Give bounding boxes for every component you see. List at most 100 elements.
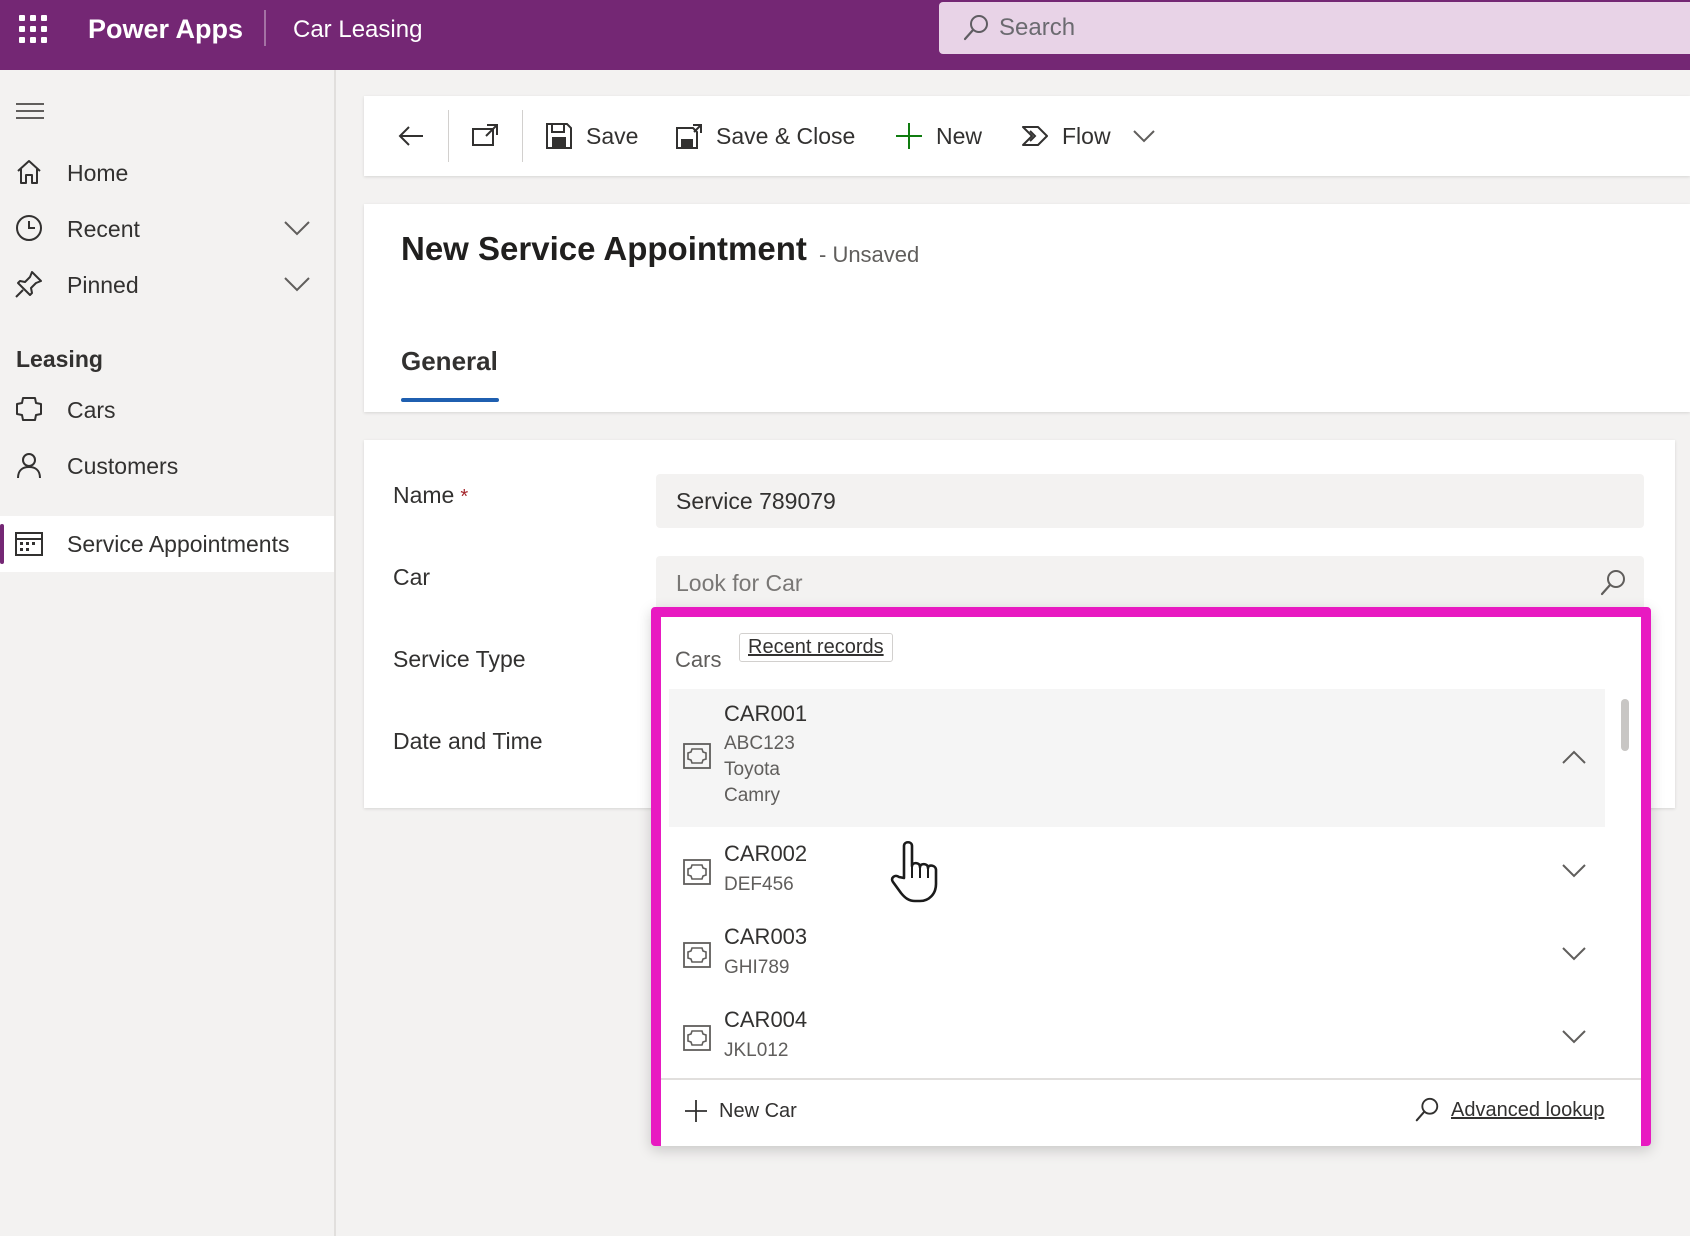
sidebar-item-home[interactable]: Home xyxy=(0,145,334,201)
topbar-divider xyxy=(264,10,266,46)
active-tab-indicator xyxy=(401,398,499,402)
new-button[interactable]: New xyxy=(894,96,982,176)
advanced-lookup-link[interactable]: Advanced lookup xyxy=(1413,1096,1604,1124)
chevron-down-icon[interactable] xyxy=(1559,858,1589,882)
chevron-down-icon[interactable] xyxy=(1559,1024,1589,1048)
plus-icon xyxy=(896,123,922,149)
car-lookup-input[interactable] xyxy=(676,566,1556,600)
car-entity-icon xyxy=(683,1025,711,1051)
sidebar-item-recent[interactable]: Recent xyxy=(0,201,334,257)
required-indicator: * xyxy=(460,486,469,508)
save-icon xyxy=(546,123,572,149)
tab-general[interactable]: General xyxy=(401,346,498,377)
name-label-text: Name xyxy=(393,482,455,508)
sidebar-section-title: Leasing xyxy=(16,346,103,372)
dropdown-scrollbar[interactable] xyxy=(1621,699,1629,751)
sidebar-item-label: Customers xyxy=(67,452,179,479)
car-detail: ABC123 xyxy=(724,733,795,754)
sidebar-item-service-appointments[interactable]: Service Appointments xyxy=(0,516,334,572)
car-id: CAR002 xyxy=(724,841,808,866)
car-detail: JKL012 xyxy=(724,1040,789,1061)
chevron-down-icon[interactable] xyxy=(1131,125,1157,147)
sidebar-item-label: Home xyxy=(67,159,129,186)
sidebar: Home Recent Pinned Leasing Cars Customer… xyxy=(0,70,336,1236)
save-status: - Unsaved xyxy=(819,242,920,267)
search-icon xyxy=(1415,1097,1439,1122)
car-id: CAR003 xyxy=(724,924,808,949)
name-field-label: Name * xyxy=(393,482,468,509)
car-entity-icon xyxy=(683,859,711,885)
save-label: Save xyxy=(586,122,639,149)
hamburger-menu-icon[interactable] xyxy=(15,96,45,126)
car-lookup-dropdown: Cars Recent records CAR001 ABC123 Toyota… xyxy=(651,607,1651,1146)
new-car-label: New Car xyxy=(719,1099,797,1122)
car-lookup-field[interactable] xyxy=(656,556,1644,610)
chevron-down-icon[interactable] xyxy=(282,271,312,297)
service-type-field-label: Service Type xyxy=(393,646,526,672)
open-in-new-window-button[interactable] xyxy=(470,96,500,176)
chevron-up-icon[interactable] xyxy=(1559,745,1589,769)
search-icon xyxy=(963,15,988,41)
save-button[interactable]: Save xyxy=(544,96,638,176)
pin-icon xyxy=(15,271,42,298)
sidebar-item-pinned[interactable]: Pinned xyxy=(0,257,334,313)
save-close-icon xyxy=(676,124,702,149)
toolbar-separator xyxy=(522,110,523,162)
home-icon xyxy=(17,160,41,184)
sidebar-item-label: Pinned xyxy=(67,271,139,298)
name-field[interactable]: Service 789079 xyxy=(656,474,1644,528)
car-entity-icon xyxy=(16,397,42,421)
app-name[interactable]: Power Apps xyxy=(88,14,243,45)
car-field-label: Car xyxy=(393,564,431,590)
lookup-entity-title: Cars xyxy=(675,647,722,672)
car-detail: Toyota xyxy=(724,759,780,780)
list-item[interactable]: CAR004 JKL012 xyxy=(669,999,1605,1079)
sidebar-item-label: Cars xyxy=(67,396,116,423)
person-icon xyxy=(17,453,41,479)
chevron-down-icon[interactable] xyxy=(282,215,312,241)
open-new-window-icon xyxy=(472,124,498,146)
flow-icon xyxy=(1022,126,1048,146)
name-field-value: Service 789079 xyxy=(676,488,836,514)
command-bar: Save Save & Close New Flow xyxy=(364,96,1690,176)
sidebar-item-cars[interactable]: Cars xyxy=(0,382,334,438)
recent-records-tab[interactable]: Recent records xyxy=(739,633,893,662)
flow-label: Flow xyxy=(1062,122,1111,149)
car-id: CAR001 xyxy=(724,701,808,726)
sidebar-item-label: Recent xyxy=(67,215,140,242)
chevron-down-icon[interactable] xyxy=(1559,941,1589,965)
page-title: New Service Appointment xyxy=(401,230,807,267)
top-bar: Power Apps Car Leasing xyxy=(0,0,1690,70)
car-detail: Camry xyxy=(724,785,780,806)
arrow-left-icon xyxy=(398,126,423,146)
form-header: New Service Appointment - Unsaved Genera… xyxy=(364,204,1690,412)
car-entity-icon xyxy=(683,942,711,968)
global-search-input[interactable] xyxy=(999,10,1599,46)
new-label: New xyxy=(936,122,983,149)
save-close-label: Save & Close xyxy=(716,122,856,149)
sidebar-item-customers[interactable]: Customers xyxy=(0,438,334,494)
global-search[interactable] xyxy=(939,2,1690,54)
back-button[interactable] xyxy=(396,96,426,176)
car-id: CAR004 xyxy=(724,1007,808,1032)
app-launcher-icon[interactable] xyxy=(18,14,48,44)
search-icon[interactable] xyxy=(1598,568,1628,598)
date-time-field-label: Date and Time xyxy=(393,728,543,754)
flow-button[interactable]: Flow xyxy=(1020,96,1157,176)
clock-icon xyxy=(16,215,42,241)
plus-icon xyxy=(685,1100,707,1122)
list-item[interactable]: CAR002 DEF456 xyxy=(669,833,1605,913)
new-car-button[interactable]: New Car xyxy=(683,1098,797,1124)
car-entity-icon xyxy=(683,743,711,769)
list-item[interactable]: CAR003 GHI789 xyxy=(669,916,1605,996)
hand-pointer-cursor-icon xyxy=(890,840,938,903)
save-and-close-button[interactable]: Save & Close xyxy=(674,96,855,176)
calendar-icon xyxy=(15,532,43,556)
lookup-footer: New Car Advanced lookup xyxy=(661,1078,1641,1146)
list-item[interactable]: CAR001 ABC123 Toyota Camry xyxy=(669,689,1605,827)
advanced-lookup-label: Advanced lookup xyxy=(1451,1098,1605,1121)
environment-name[interactable]: Car Leasing xyxy=(293,16,422,44)
toolbar-separator xyxy=(448,110,449,162)
car-detail: DEF456 xyxy=(724,874,794,895)
car-detail: GHI789 xyxy=(724,957,790,978)
